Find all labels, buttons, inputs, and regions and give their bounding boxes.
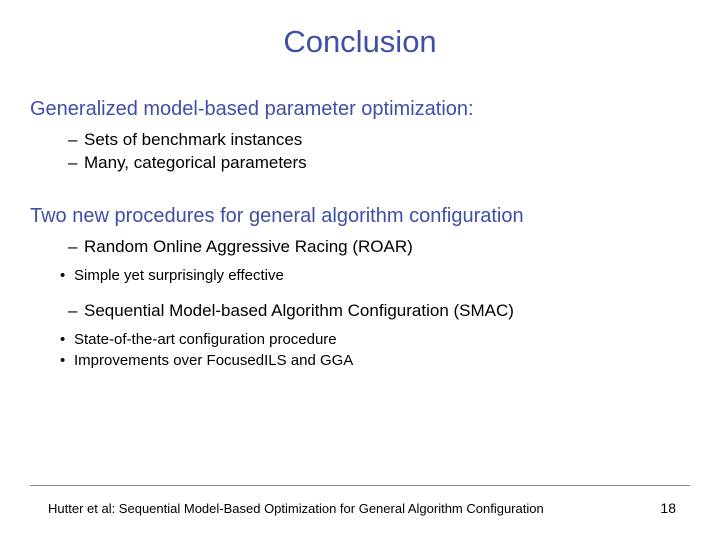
slide-content: Conclusion Generalized model-based param… (0, 0, 720, 540)
sub-bullet-list: Simple yet surprisingly effective (60, 265, 690, 286)
block: Sequential Model-based Algorithm Configu… (30, 300, 690, 371)
list-item: Sets of benchmark instances (68, 129, 690, 152)
list-item: Many, categorical parameters (68, 152, 690, 175)
list-item: Improvements over FocusedILS and GGA (60, 350, 690, 371)
footer-divider (30, 485, 690, 486)
page-number: 18 (660, 500, 676, 516)
footer-text: Hutter et al: Sequential Model-Based Opt… (30, 500, 690, 516)
list-item: Simple yet surprisingly effective (60, 265, 690, 286)
list-item: Random Online Aggressive Racing (ROAR) (68, 236, 690, 259)
footer-citation: Hutter et al: Sequential Model-Based Opt… (48, 501, 544, 516)
bullet-list: Sequential Model-based Algorithm Configu… (68, 300, 690, 323)
section-2: Two new procedures for general algorithm… (30, 205, 690, 371)
bullet-list: Sets of benchmark instances Many, catego… (68, 129, 690, 175)
footer: Hutter et al: Sequential Model-Based Opt… (30, 485, 690, 516)
list-item: Sequential Model-based Algorithm Configu… (68, 300, 690, 323)
section-heading: Generalized model-based parameter optimi… (30, 98, 690, 121)
bullet-list: Random Online Aggressive Racing (ROAR) (68, 236, 690, 259)
list-item: State-of-the-art configuration procedure (60, 329, 690, 350)
section-1: Generalized model-based parameter optimi… (30, 98, 690, 175)
sub-bullet-list: State-of-the-art configuration procedure… (60, 329, 690, 371)
section-heading: Two new procedures for general algorithm… (30, 205, 690, 228)
slide-title: Conclusion (30, 24, 690, 60)
